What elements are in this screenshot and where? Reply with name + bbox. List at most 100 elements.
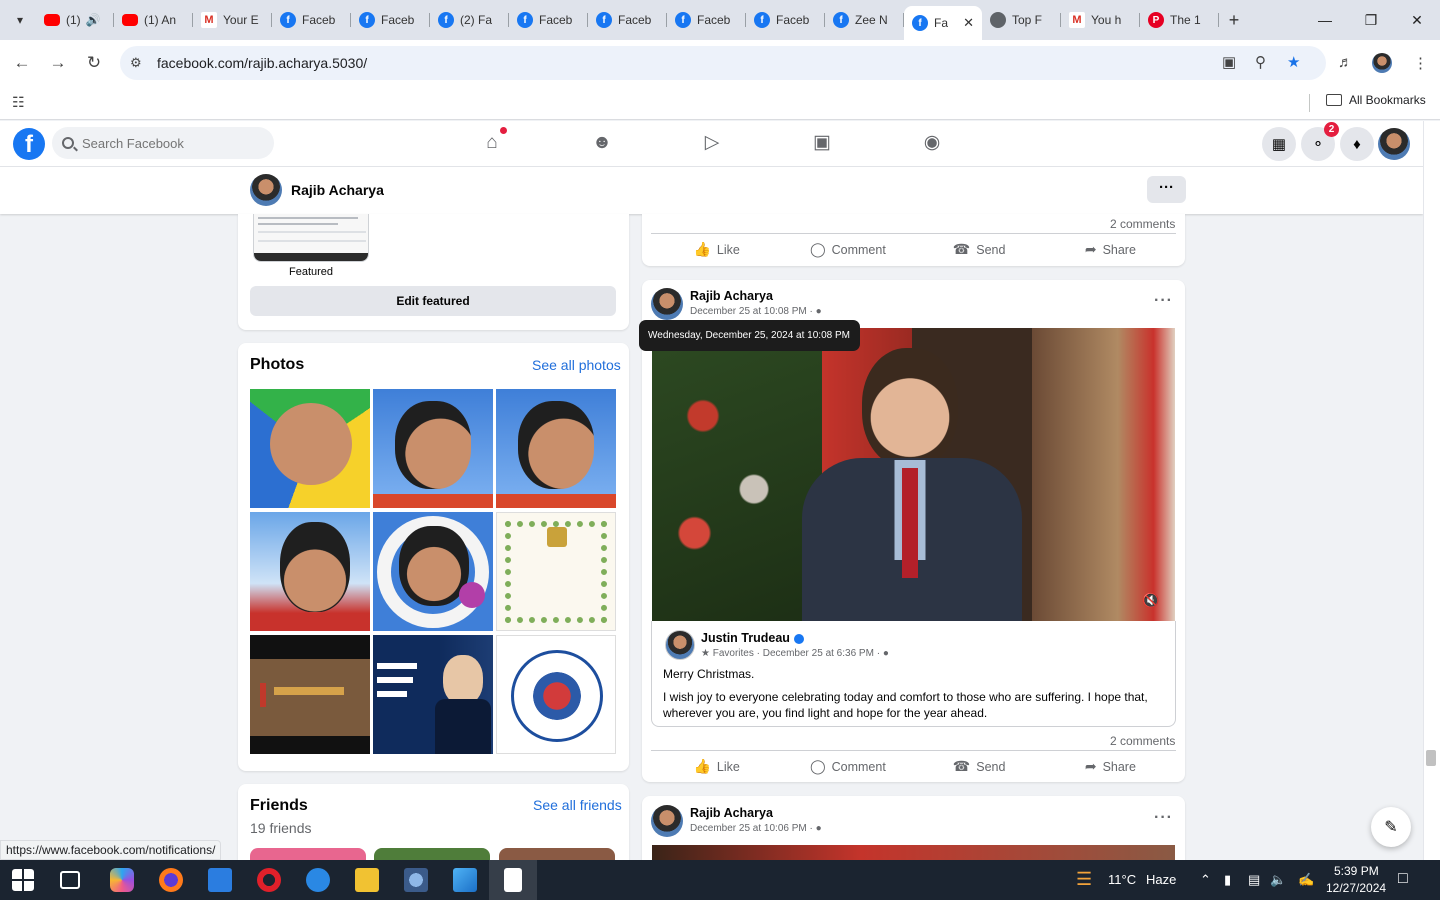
photo-tile[interactable] [250,512,370,631]
post-video[interactable]: 🔇 [652,328,1175,621]
profile-name[interactable]: Rajib Acharya [291,182,384,198]
clock-date[interactable]: 12/27/2024 [1326,881,1386,895]
tab-youtube-1[interactable]: (1) 🔊 [36,5,114,35]
video-icon[interactable]: ▷ [700,131,724,155]
minimize-icon[interactable]: — [1302,0,1348,40]
tab-facebook-7[interactable]: f Faceb [746,5,825,35]
featured-thumbnail[interactable] [253,214,369,262]
clock-time[interactable]: 5:39 PM [1334,864,1379,878]
share-button[interactable]: ➦ Share [1045,234,1176,265]
photos-icon[interactable] [453,868,477,892]
shared-author-name[interactable]: Justin Trudeau [701,631,804,645]
weather-haze-icon[interactable]: ☰ [1076,869,1092,890]
close-window-icon[interactable]: ✕ [1394,0,1440,40]
tab-facebook-5[interactable]: f Faceb [588,5,667,35]
zoom-icon[interactable]: ⚲ [1255,53,1266,71]
tab-search-chevron-icon[interactable]: ▾ [4,6,36,34]
network-icon[interactable]: ▤ [1248,872,1260,888]
opera-icon[interactable] [257,868,281,892]
groups-icon[interactable]: ◉ [920,131,944,155]
file-explorer-icon[interactable] [355,868,379,892]
app-icon[interactable] [404,868,428,892]
send-button[interactable]: ☎ Send [914,751,1045,782]
tab-facebook-6[interactable]: f Faceb [667,5,746,35]
weather-text[interactable]: Haze [1146,872,1176,887]
task-view-icon[interactable] [60,871,80,889]
media-control-icon[interactable]: ♬ [1338,54,1353,71]
back-arrow-icon[interactable]: ← [4,45,40,81]
comment-button[interactable]: ◯ Comment [782,234,913,265]
like-button[interactable]: 👍 Like [651,234,782,265]
photo-tile[interactable] [373,512,493,631]
windows-start-icon[interactable] [12,869,34,891]
battery-icon[interactable]: ▮ [1224,872,1231,888]
notifications-bell-icon[interactable]: ♦ [1340,127,1374,161]
photo-tile[interactable] [250,389,370,508]
url-text[interactable]: facebook.com/rajib.acharya.5030/ [157,55,367,71]
restore-icon[interactable]: ❐ [1348,0,1394,40]
tab-gmail-1[interactable]: M Your E [193,5,272,35]
edit-featured-button[interactable]: Edit featured [250,286,616,316]
facebook-search-box[interactable] [52,127,274,159]
post-author-name[interactable]: Rajib Acharya [690,806,773,820]
scrollbar-thumb[interactable] [1426,750,1436,766]
post-timestamp[interactable]: December 25 at 10:08 PM · ● [690,306,822,317]
friend-thumbnail[interactable] [250,848,366,860]
store-icon[interactable] [208,868,232,892]
comments-count[interactable]: 2 comments [1110,217,1175,231]
post-options-icon[interactable]: ··· [1154,809,1173,827]
see-all-friends-link[interactable]: See all friends [533,797,622,813]
new-tab-plus-icon[interactable]: + [1219,10,1249,31]
photo-tile[interactable] [496,512,616,631]
tab-facebook-8[interactable]: f Zee N [825,5,904,35]
see-all-photos-link[interactable]: See all photos [532,357,621,373]
muted-speaker-icon[interactable]: 🔇 [1142,592,1159,609]
new-message-compose-icon[interactable]: ✎ [1371,807,1411,847]
shared-author-avatar[interactable] [665,630,695,660]
install-app-icon[interactable]: ▣ [1222,53,1236,71]
share-button[interactable]: ➦ Share [1045,751,1176,782]
forward-arrow-icon[interactable]: → [40,45,76,81]
friend-thumbnail[interactable] [374,848,490,860]
search-input[interactable] [82,135,262,151]
facebook-logo-icon[interactable]: f [13,128,45,160]
bookmark-star-icon[interactable]: ★ [1287,53,1300,71]
home-icon[interactable]: ⌂ [480,127,507,155]
photo-tile[interactable] [496,389,616,508]
marketplace-icon[interactable]: ▣ [810,131,834,155]
reload-icon[interactable]: ↻ [76,45,112,81]
tab-pinterest[interactable]: P The 1 [1140,5,1219,35]
post-author-avatar[interactable] [651,805,683,837]
browser-menu-icon[interactable]: ⋮ [1413,54,1428,72]
profile-more-button[interactable]: ··· [1147,176,1186,203]
chevron-up-icon[interactable]: ⌃ [1200,872,1211,888]
tab-facebook-1[interactable]: f Faceb [272,5,351,35]
volume-icon[interactable]: 🔈 [1270,872,1286,888]
comments-count[interactable]: 2 comments [1110,734,1175,748]
like-button[interactable]: 👍 Like [651,751,782,782]
tab-top[interactable]: Top F [982,5,1061,35]
friends-icon[interactable]: ☻ [590,131,614,155]
shared-post[interactable]: Justin Trudeau ★ Favorites · December 25… [651,621,1176,727]
pen-icon[interactable]: ✍ [1298,872,1314,888]
temperature[interactable]: 11°C [1108,872,1136,887]
all-bookmarks-button[interactable]: All Bookmarks [1326,93,1426,107]
tab-youtube-2[interactable]: (1) An [114,5,193,35]
account-avatar[interactable] [1378,128,1410,160]
firefox-icon[interactable] [159,868,183,892]
post-timestamp[interactable]: December 25 at 10:06 PM · ● [690,823,822,834]
close-tab-icon[interactable]: ✕ [963,15,974,31]
photo-tile[interactable] [373,635,493,754]
send-button[interactable]: ☎ Send [914,234,1045,265]
tab-facebook-4[interactable]: f Faceb [509,5,588,35]
app-icon[interactable] [306,868,330,892]
apps-grid-icon[interactable]: ☷ [12,94,25,111]
copilot-icon[interactable] [110,868,134,892]
post-video[interactable] [652,845,1175,860]
comment-button[interactable]: ◯ Comment [782,751,913,782]
tab-facebook-active[interactable]: f Fa ✕ [904,6,982,40]
friend-thumbnail[interactable] [499,848,615,860]
post-options-icon[interactable]: ··· [1154,292,1173,310]
profile-avatar[interactable] [250,174,282,206]
photo-tile[interactable] [496,635,616,754]
